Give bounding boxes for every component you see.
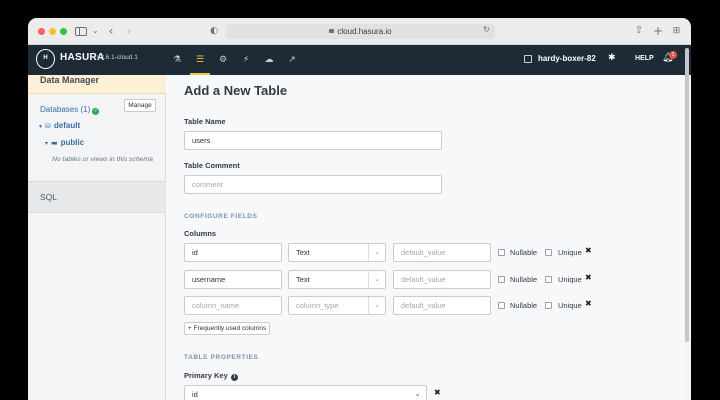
new-tab-icon[interactable]: + bbox=[653, 24, 663, 38]
remove-column-icon[interactable]: ✖ bbox=[585, 246, 592, 255]
info-icon[interactable]: i bbox=[230, 374, 238, 381]
frequently-used-columns-button[interactable]: + Frequently used columns bbox=[184, 322, 270, 335]
tree-item-default-db[interactable]: ▾ ⛁ default bbox=[39, 121, 80, 130]
unique-label: Unique bbox=[558, 301, 582, 310]
reload-icon[interactable]: ↻ bbox=[483, 25, 490, 34]
top-navigation: ᴴ HASURA v2.6.1-cloud.1 ⚗ ☰ ⚙ ⚡ ☁ ↗ hard… bbox=[28, 45, 691, 75]
chevron-down-icon[interactable]: ⌄ bbox=[368, 297, 385, 314]
sidebar-toggle-icon[interactable] bbox=[75, 27, 87, 36]
nullable-label: Nullable bbox=[510, 301, 538, 310]
tree-item-public-schema[interactable]: ▾ ▬ public bbox=[45, 138, 84, 147]
chevron-down-icon[interactable]: ⌄ bbox=[368, 271, 385, 288]
nullable-checkbox[interactable] bbox=[498, 302, 505, 309]
main-content: Add a New Table Table Name users Table C… bbox=[166, 75, 684, 400]
chevron-down-icon[interactable]: ⌄ bbox=[92, 24, 99, 38]
primary-key-label: Primary Key i bbox=[184, 371, 238, 381]
hasura-logo-icon[interactable]: ᴴ bbox=[36, 49, 55, 69]
manage-button[interactable]: Manage bbox=[124, 99, 156, 112]
column-name-input[interactable]: username bbox=[184, 270, 282, 289]
nullable-checkbox[interactable] bbox=[498, 276, 505, 283]
settings-gear-icon[interactable]: ✱ bbox=[608, 53, 616, 63]
help-link[interactable]: HELP bbox=[635, 55, 654, 62]
column-type-value: column_type bbox=[296, 301, 339, 310]
notification-badge: 1 bbox=[669, 51, 677, 59]
default-value-input[interactable]: default_value bbox=[393, 270, 491, 289]
scrollbar[interactable] bbox=[685, 48, 689, 342]
unique-label: Unique bbox=[558, 248, 582, 257]
browser-window: ⌄ ‹ › ◐ cloud.hasura.io ↻ ⇧ + ⊞ ᴴ HASURA… bbox=[28, 18, 691, 400]
url-label: cloud.hasura.io bbox=[337, 27, 392, 36]
db-name: default bbox=[53, 121, 81, 130]
version-label: v2.6.1-cloud.1 bbox=[97, 54, 138, 61]
remove-primary-key-icon[interactable]: ✖ bbox=[434, 388, 441, 397]
sidebar-item-sql[interactable]: SQL bbox=[28, 181, 166, 213]
column-type-select[interactable]: Text ⌄ bbox=[288, 243, 386, 262]
chevron-down-icon[interactable]: ⌄ bbox=[368, 244, 385, 261]
remote-schema-icon[interactable]: ⚙ bbox=[216, 54, 230, 66]
remove-column-icon[interactable]: ✖ bbox=[585, 273, 592, 282]
forward-icon[interactable]: › bbox=[124, 24, 134, 38]
configure-fields-heading: CONFIGURE FIELDS bbox=[184, 213, 258, 220]
databases-label: Databases (1) bbox=[40, 105, 91, 114]
chevron-down-icon[interactable]: ▾ bbox=[45, 140, 48, 147]
default-value-input[interactable]: default_value bbox=[393, 243, 491, 262]
database-icon[interactable]: ☰ bbox=[193, 54, 207, 66]
sql-label: SQL bbox=[40, 192, 58, 202]
data-manager-title: Data Manager bbox=[40, 75, 100, 85]
primary-key-select[interactable]: id ⌄ bbox=[184, 385, 427, 400]
address-bar[interactable]: cloud.hasura.io ↻ bbox=[226, 24, 495, 39]
check-circle-icon: ✓ bbox=[92, 108, 100, 115]
nullable-checkbox[interactable] bbox=[498, 249, 505, 256]
minimize-window-button[interactable] bbox=[49, 28, 56, 35]
chevron-down-icon[interactable]: ⌄ bbox=[409, 386, 426, 400]
column-type-select[interactable]: Text ⌄ bbox=[288, 270, 386, 289]
zoom-window-button[interactable] bbox=[60, 28, 67, 35]
column-type-value: Text bbox=[296, 248, 310, 257]
flask-icon[interactable]: ⚗ bbox=[170, 54, 184, 66]
folder-icon: ▬ bbox=[51, 139, 58, 147]
nullable-label: Nullable bbox=[510, 248, 538, 257]
column-name-input[interactable]: column_name bbox=[184, 296, 282, 315]
remove-column-icon[interactable]: ✖ bbox=[585, 299, 592, 308]
table-name-label: Table Name bbox=[184, 117, 226, 126]
database-icon: ⛁ bbox=[45, 122, 51, 130]
lock-icon bbox=[329, 29, 335, 33]
browser-toolbar: ⌄ ‹ › ◐ cloud.hasura.io ↻ ⇧ + ⊞ bbox=[28, 18, 691, 45]
close-window-button[interactable] bbox=[38, 28, 45, 35]
empty-schema-text: No tables or views in this schema bbox=[52, 156, 153, 163]
privacy-shield-icon[interactable]: ◐ bbox=[209, 24, 219, 38]
table-name-input[interactable]: users bbox=[184, 131, 442, 150]
default-value-input[interactable]: default_value bbox=[393, 296, 491, 315]
page-title: Add a New Table bbox=[184, 83, 288, 98]
project-name[interactable]: hardy-boxer-82 bbox=[538, 54, 596, 63]
actions-icon[interactable]: ⚡ bbox=[239, 54, 253, 66]
chevron-down-icon[interactable]: ▾ bbox=[39, 123, 42, 130]
primary-key-value: id bbox=[192, 390, 198, 399]
nullable-label: Nullable bbox=[510, 275, 538, 284]
table-comment-label: Table Comment bbox=[184, 161, 240, 170]
unique-checkbox[interactable] bbox=[545, 276, 552, 283]
back-icon[interactable]: ‹ bbox=[106, 24, 116, 38]
table-comment-input[interactable]: comment bbox=[184, 175, 442, 194]
data-sidebar: Data Manager Databases (1) ✓ Manage ▾ ⛁ def… bbox=[28, 75, 166, 400]
databases-heading[interactable]: Databases (1) ✓ bbox=[40, 105, 100, 115]
primary-key-text: Primary Key bbox=[184, 371, 228, 380]
column-type-value: Text bbox=[296, 275, 310, 284]
column-name-input[interactable]: id bbox=[184, 243, 282, 262]
table-properties-heading: TABLE PROPERTIES bbox=[184, 354, 259, 361]
columns-label: Columns bbox=[184, 229, 217, 238]
cloud-icon[interactable]: ☁ bbox=[262, 54, 276, 66]
share-icon[interactable]: ⇧ bbox=[634, 24, 644, 38]
schema-name: public bbox=[60, 138, 85, 147]
unique-label: Unique bbox=[558, 275, 582, 284]
tab-overview-icon[interactable]: ⊞ bbox=[671, 24, 682, 38]
chart-icon[interactable]: ↗ bbox=[285, 54, 299, 66]
column-type-select[interactable]: column_type ⌄ bbox=[288, 296, 386, 315]
data-manager-header[interactable]: Data Manager bbox=[28, 75, 166, 94]
unique-checkbox[interactable] bbox=[545, 302, 552, 309]
unique-checkbox[interactable] bbox=[545, 249, 552, 256]
url-text: cloud.hasura.io bbox=[226, 25, 495, 38]
project-icon bbox=[524, 55, 532, 63]
